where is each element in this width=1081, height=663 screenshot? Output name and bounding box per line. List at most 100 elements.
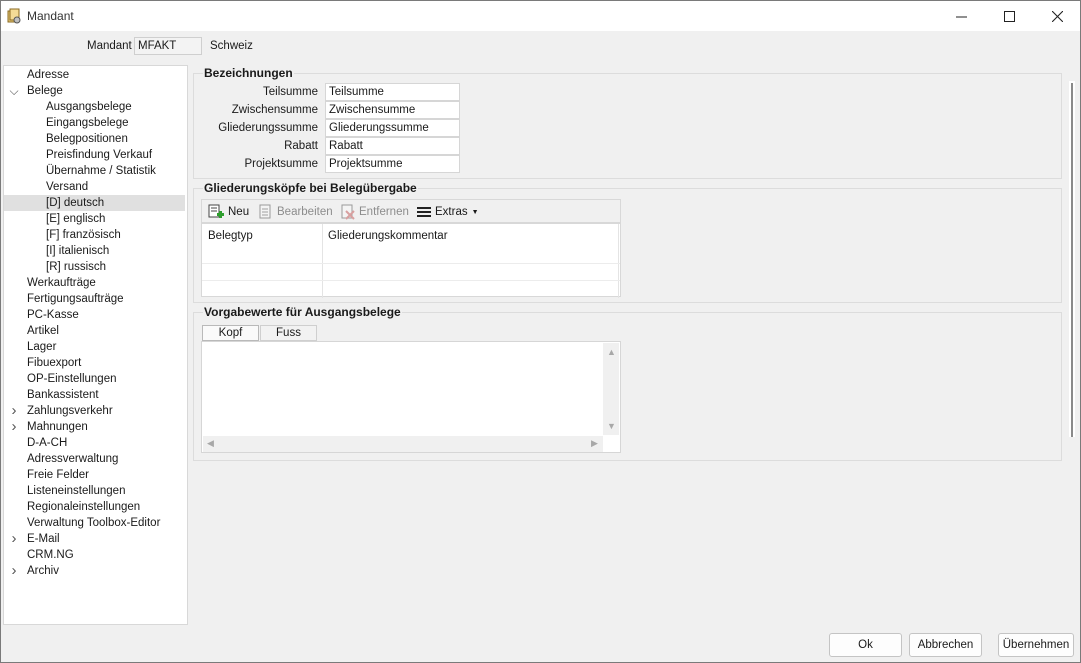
tree-item[interactable]: Listeneinstellungen [27, 483, 125, 499]
tree-item-label: Belegpositionen [46, 133, 128, 145]
tree-item[interactable]: PC-Kasse [27, 307, 79, 323]
gliederung-toolbar: Neu Bearbeiten Entfernen Extras ▼ [201, 199, 621, 223]
tree-item-label: Eingangsbelege [46, 117, 129, 129]
tree-item[interactable]: [E] englisch [46, 211, 105, 227]
vertical-scrollbar[interactable]: ▲ ▼ [603, 343, 619, 435]
scroll-left-icon[interactable]: ◀ [207, 438, 214, 449]
tab-fuss[interactable]: Fuss [260, 325, 317, 341]
bezeichnung-field[interactable]: Gliederungssumme [325, 119, 460, 137]
edit-button[interactable]: Bearbeiten [259, 204, 333, 220]
gliederung-grid[interactable]: Belegtyp Gliederungskommentar [201, 223, 621, 298]
tree-item[interactable]: Verwaltung Toolbox-Editor [27, 515, 160, 531]
tree-item-label: Artikel [27, 325, 59, 337]
tree-item[interactable]: › E-Mail [12, 531, 60, 547]
tree-item-label: Preisfindung Verkauf [46, 149, 153, 161]
bezeichnung-label: Teilsumme [263, 86, 318, 98]
chevron-right-icon[interactable]: › [8, 419, 20, 435]
window-title: Mandant [27, 9, 74, 23]
tree-item-label: E-Mail [27, 533, 60, 545]
tree-item[interactable]: Fibuexport [27, 355, 81, 371]
mandant-window: Mandant Mandant MFAKT Schweiz Adresse ⌵ Be… [0, 0, 1081, 663]
tree-item-label: Ausgangsbelege [46, 101, 132, 113]
tree-item-label: Fertigungsaufträge [27, 293, 124, 305]
tree-item[interactable]: ⌵ Belege [9, 83, 63, 99]
remove-button[interactable]: Entfernen [341, 204, 409, 220]
tree-item[interactable]: Adresse [27, 67, 69, 83]
tree-item[interactable]: [D] deutsch [4, 195, 185, 211]
edit-label: Bearbeiten [277, 206, 333, 218]
apply-button[interactable]: Übernehmen [998, 633, 1074, 657]
tree-item[interactable]: Werkaufträge [27, 275, 96, 291]
tree-item-label: [D] deutsch [46, 197, 105, 209]
tree-item-label: Fibuexport [27, 357, 82, 369]
tree-item[interactable]: Belegpositionen [46, 131, 128, 147]
bezeichnung-field[interactable]: Teilsumme [325, 83, 460, 101]
tree-item-label: Zahlungsverkehr [27, 405, 113, 417]
scroll-right-icon[interactable]: ▶ [591, 438, 598, 449]
minimize-icon [955, 16, 967, 17]
tab-kopf[interactable]: Kopf [202, 325, 259, 341]
maximize-icon [1003, 10, 1015, 22]
tree-item[interactable]: Preisfindung Verkauf [46, 147, 152, 163]
tree-item[interactable]: Adressverwaltung [27, 451, 118, 467]
settings-tree: Adresse ⌵ Belege Ausgangsbelege Eingangsbele… [3, 65, 188, 625]
tree-item[interactable]: CRM.NG [27, 547, 74, 563]
tree-item[interactable]: Fertigungsaufträge [27, 291, 124, 307]
tree-item[interactable]: Freie Felder [27, 467, 89, 483]
maximize-button[interactable] [986, 1, 1032, 31]
tree-item-label: OP-Einstellungen [27, 373, 117, 385]
tree-item-label: Bankassistent [27, 389, 99, 401]
tree-item-label: Regionaleinstellungen [27, 501, 141, 513]
tree-item[interactable]: OP-Einstellungen [27, 371, 117, 387]
mandant-label: Mandant [87, 40, 132, 52]
column-header-gliederungskommentar[interactable]: Gliederungskommentar [328, 230, 448, 242]
extras-menu-button[interactable]: Extras ▼ [417, 204, 479, 220]
tree-item[interactable]: [I] italienisch [46, 243, 109, 259]
tree-item[interactable]: D-A-CH [27, 435, 67, 451]
cancel-button[interactable]: Abbrechen [909, 633, 982, 657]
tree-item[interactable]: › Mahnungen [12, 419, 88, 435]
bezeichnung-label: Zwischensumme [231, 104, 318, 116]
chevron-down-icon[interactable]: ⌵ [8, 83, 20, 99]
tree-item[interactable]: Ausgangsbelege [46, 99, 132, 115]
tree-item[interactable]: Regionaleinstellungen [27, 499, 140, 515]
mandant-name: Schweiz [210, 40, 253, 52]
title-bar: Mandant [1, 1, 1080, 31]
tree-item-label: [R] russisch [46, 261, 107, 273]
grid-row-line [202, 263, 620, 264]
tree-item[interactable]: Lager [27, 339, 56, 355]
scroll-down-icon[interactable]: ▼ [607, 421, 616, 431]
column-header-belegtyp[interactable]: Belegtyp [208, 230, 253, 242]
tree-item[interactable]: Versand [46, 179, 88, 195]
tree-item-label: Verwaltung Toolbox-Editor [27, 517, 161, 529]
tree-item-label: Mahnungen [27, 421, 88, 433]
close-button[interactable] [1034, 1, 1080, 31]
ok-button[interactable]: Ok [829, 633, 902, 657]
scroll-up-icon[interactable]: ▲ [607, 347, 616, 357]
tree-item[interactable]: › Zahlungsverkehr [12, 403, 113, 419]
grid-row-line [202, 280, 620, 281]
chevron-right-icon[interactable]: › [8, 531, 20, 547]
bezeichnung-field[interactable]: Rabatt [325, 137, 460, 155]
tree-item-label: [F] französisch [46, 229, 121, 241]
new-button[interactable]: Neu [208, 204, 249, 220]
tree-item[interactable]: Eingangsbelege [46, 115, 129, 131]
tree-item[interactable]: Übernahme / Statistik [46, 163, 156, 179]
bezeichnung-field[interactable]: Projektsumme [325, 155, 460, 173]
group-bezeichnungen [193, 73, 1062, 179]
minimize-button[interactable] [938, 1, 984, 31]
tree-item[interactable]: [F] französisch [46, 227, 121, 243]
tree-item-label: D-A-CH [27, 437, 68, 449]
grid-divider [618, 224, 619, 298]
tree-item-label: Werkaufträge [27, 277, 96, 289]
tree-item[interactable]: [R] russisch [46, 259, 106, 275]
content-scrollbar-thumb[interactable] [1071, 83, 1073, 437]
bezeichnung-field[interactable]: Zwischensumme [325, 101, 460, 119]
tree-item[interactable]: Bankassistent [27, 387, 99, 403]
chevron-right-icon[interactable]: › [8, 403, 20, 419]
horizontal-scrollbar[interactable]: ◀ ▶ [203, 436, 603, 452]
tree-item-label: Belege [27, 85, 63, 97]
tree-item[interactable]: › Archiv [12, 563, 59, 579]
tree-item[interactable]: Artikel [27, 323, 59, 339]
chevron-right-icon[interactable]: › [8, 563, 20, 579]
